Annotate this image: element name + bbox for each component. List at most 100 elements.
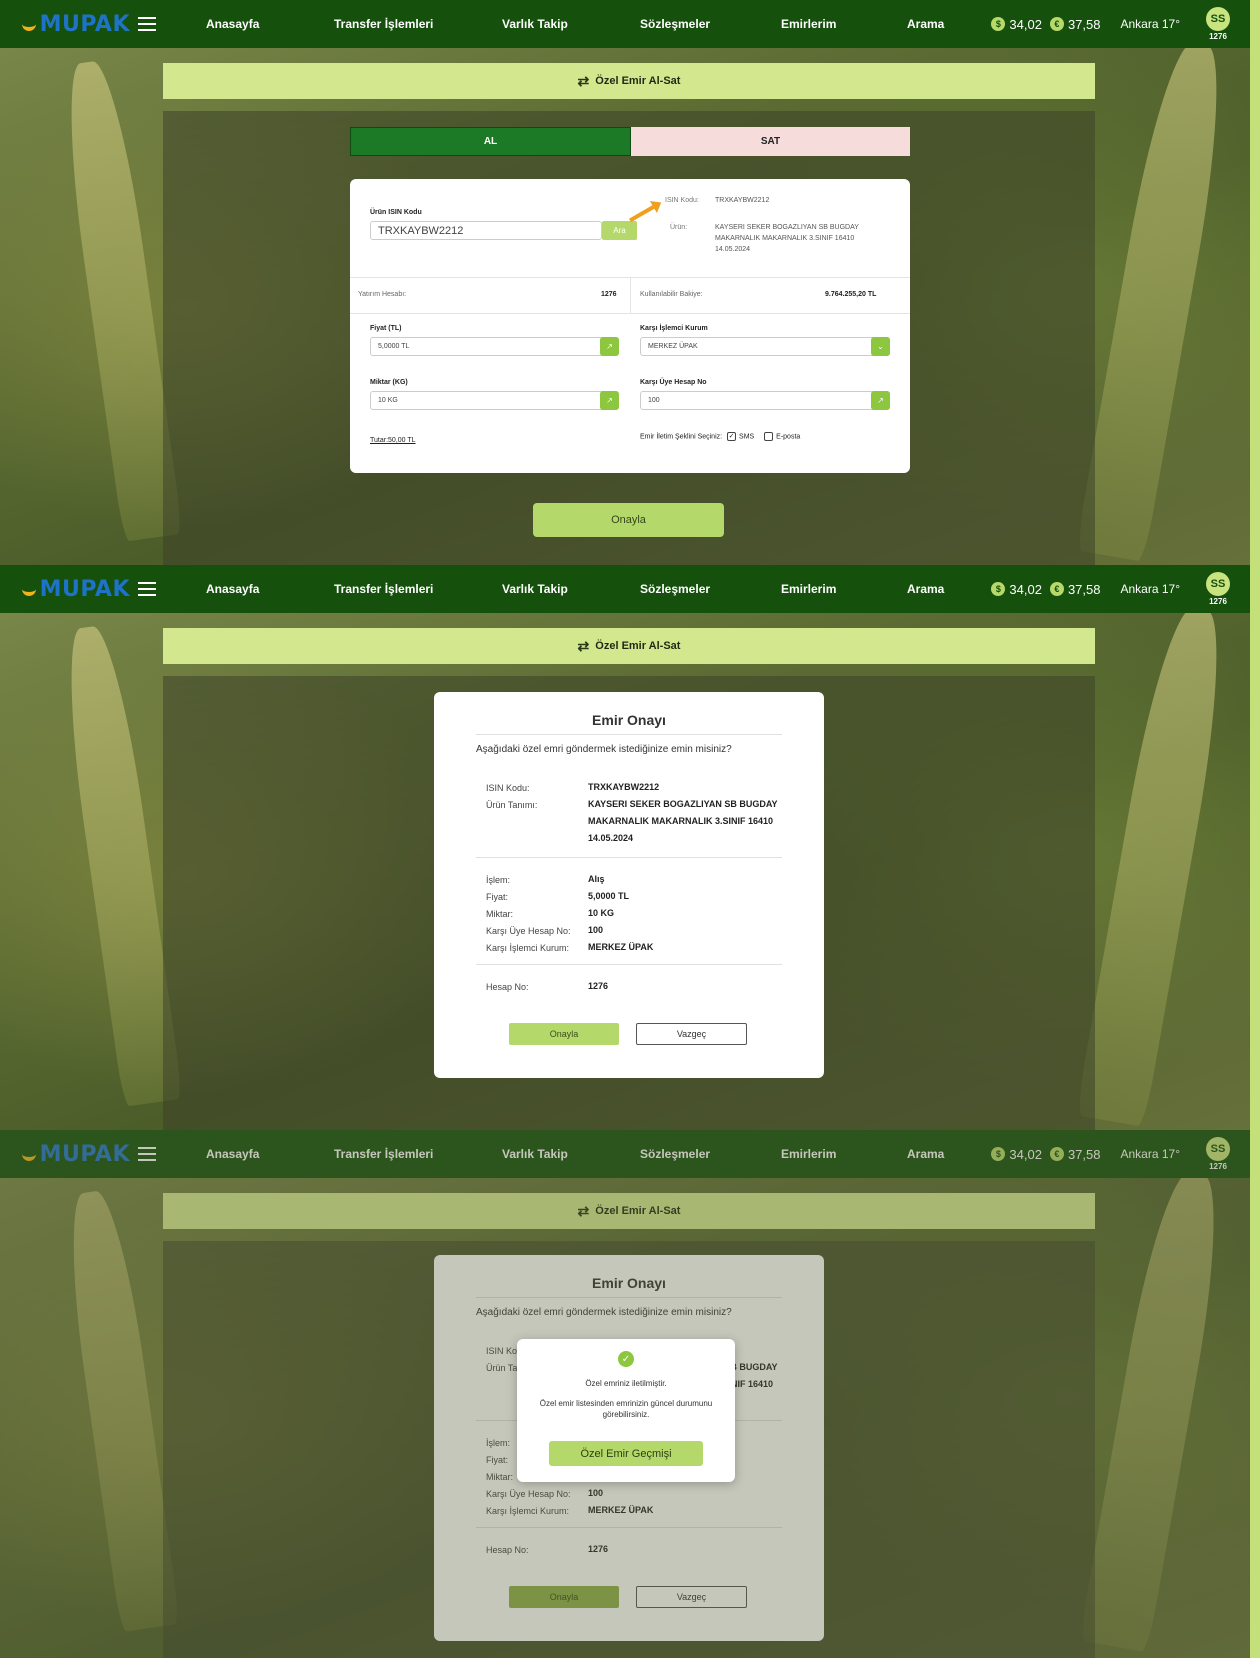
nav-arama[interactable]: Arama — [907, 582, 967, 596]
nav-sozlesmeler[interactable]: Sözleşmeler — [640, 17, 781, 31]
nav-transfer[interactable]: Transfer İşlemleri — [334, 17, 502, 31]
info-product-line2: MAKARNALIK MAKARNALIK 3.SINIF 16410 — [715, 235, 855, 242]
nav-arama[interactable]: Arama — [907, 17, 967, 31]
modal-row-label: Fiyat: — [486, 892, 509, 902]
quantity-label: Miktar (KG) — [370, 379, 408, 386]
modal-product-line3: 14.05.2024 — [588, 833, 634, 843]
counter-account-label: Karşı Üye Hesap No — [640, 379, 707, 386]
price-edit-icon[interactable]: ↗ — [600, 337, 619, 356]
success-detail: Özel emir listesinden emrinizin güncel d… — [539, 1399, 713, 1419]
nav-anasayfa[interactable]: Anasayfa — [206, 582, 334, 596]
usd-rate: $34,02 — [991, 17, 1042, 32]
logo-mark-icon — [22, 582, 36, 596]
logo-text: MUPAK — [39, 11, 130, 37]
isin-input[interactable]: TRXKAYBW2212 — [370, 221, 602, 240]
modal-row-value: 5,0000 TL — [588, 891, 630, 901]
search-button[interactable]: Ara — [602, 221, 637, 240]
nav-anasayfa[interactable]: Anasayfa — [206, 17, 334, 31]
email-label: E-posta — [776, 433, 801, 441]
top-navigation-bar: MUPAK Anasayfa Transfer İşlemleri Varlık… — [0, 0, 1250, 48]
modal-question: Aşağıdaki özel emri göndermek istediğini… — [476, 744, 732, 755]
order-confirmation-modal: Emir Onayı Aşağıdaki özel emri göndermek… — [434, 692, 824, 1078]
usd-rate: $34,02 — [991, 582, 1042, 597]
page-title: Özel Emir Al-Sat — [595, 75, 681, 87]
sms-label: SMS — [739, 433, 755, 441]
divider — [630, 277, 631, 313]
swap-icon: ⇄ — [577, 637, 590, 654]
channel-label: Emir İletim Şeklini Seçiniz: — [640, 433, 723, 441]
page-title: Özel Emir Al-Sat — [595, 640, 681, 652]
confirm-button[interactable]: Onayla — [533, 503, 724, 537]
total-amount: Tutar:50,00 TL — [370, 437, 416, 444]
account-number: 1276 — [1209, 597, 1227, 606]
modal-product-line1: KAYSERI SEKER BOGAZLIYAN SB BUGDAY — [588, 799, 778, 809]
euro-icon: € — [1049, 17, 1064, 31]
main-nav: Anasayfa Transfer İşlemleri Varlık Takip… — [206, 582, 967, 596]
modal-account-label: Hesap No: — [486, 982, 529, 992]
available-balance-value: 9.764.255,20 TL — [825, 291, 877, 298]
eur-rate: €37,58 — [1049, 582, 1100, 597]
counter-account-input[interactable]: 100 — [640, 391, 890, 410]
modal-account-value: 1276 — [588, 981, 609, 991]
modal-title: Emir Onayı — [592, 712, 666, 728]
eur-rate: €37,58 — [1049, 17, 1100, 32]
nav-sozlesmeler[interactable]: Sözleşmeler — [640, 582, 781, 596]
page-title-bar: ⇄ Özel Emir Al-Sat — [163, 63, 1095, 99]
user-menu[interactable]: SS 1276 — [1206, 7, 1230, 41]
modal-row-label: Karşı Üye Hesap No: — [486, 926, 571, 936]
main-nav: Anasayfa Transfer İşlemleri Varlık Takip… — [206, 17, 967, 31]
page-title-bar: ⇄ Özel Emir Al-Sat — [163, 628, 1095, 664]
success-message: Özel emriniz iletilmiştir. — [585, 1379, 667, 1388]
euro-icon: € — [1049, 582, 1064, 596]
isin-label: Ürün ISIN Kodu — [370, 209, 422, 216]
nav-emirlerim[interactable]: Emirlerim — [781, 17, 907, 31]
hamburger-menu-icon[interactable] — [138, 582, 156, 596]
sms-checkbox[interactable]: ✓ — [727, 432, 737, 441]
email-checkbox[interactable] — [764, 432, 774, 441]
info-isin-value: TRXKAYBW2212 — [715, 197, 770, 204]
modal-row-value: Alış — [588, 874, 605, 884]
price-input[interactable]: 5,0000 TL — [370, 337, 618, 356]
avatar: SS — [1206, 572, 1230, 596]
modal-row-label: Miktar: — [486, 909, 513, 919]
check-circle-icon: ✓ — [618, 1351, 634, 1367]
divider — [476, 964, 782, 965]
currency-rates: $34,02 €37,58 Ankara 17° SS 1276 — [991, 7, 1230, 41]
nav-transfer[interactable]: Transfer İşlemleri — [334, 582, 502, 596]
quantity-edit-icon[interactable]: ↗ — [600, 391, 619, 410]
counter-institution-select[interactable]: MERKEZ ÜPAK — [640, 337, 890, 356]
modal-isin-label: ISIN Kodu: — [486, 783, 530, 793]
divider — [476, 734, 782, 735]
right-edge-strip — [1250, 0, 1260, 1658]
counter-account-edit-icon[interactable]: ↗ — [871, 391, 890, 410]
weather: Ankara 17° — [1120, 17, 1180, 31]
quantity-input[interactable]: 10 KG — [370, 391, 618, 410]
success-popup: ✓ Özel emriniz iletilmiştir. Özel emir l… — [517, 1339, 735, 1482]
modal-row-label: İşlem: — [486, 875, 511, 885]
tab-sell[interactable]: SAT — [631, 127, 910, 156]
buy-sell-tabs: AL SAT — [350, 127, 910, 156]
tab-buy[interactable]: AL — [350, 127, 631, 156]
logo[interactable]: MUPAK — [0, 12, 130, 37]
account-number: 1276 — [1209, 32, 1227, 41]
modal-row-value: 100 — [588, 925, 604, 935]
nav-varlik-takip[interactable]: Varlık Takip — [502, 17, 640, 31]
pointer-arrow-icon — [629, 203, 657, 223]
investment-account-value: 1276 — [601, 291, 617, 298]
dollar-icon: $ — [991, 582, 1006, 596]
modal-isin-value: TRXKAYBW2212 — [588, 782, 660, 792]
divider — [350, 313, 910, 314]
user-menu[interactable]: SS 1276 — [1206, 572, 1230, 606]
nav-emirlerim[interactable]: Emirlerim — [781, 582, 907, 596]
logo[interactable]: MUPAK — [0, 577, 130, 602]
modal-cancel-button[interactable]: Vazgeç — [636, 1023, 747, 1045]
modal-confirm-button[interactable]: Onayla — [509, 1023, 619, 1045]
order-form-card: Ürün ISIN Kodu TRXKAYBW2212 Ara ISIN Kod… — [350, 179, 910, 473]
nav-varlik-takip[interactable]: Varlık Takip — [502, 582, 640, 596]
order-history-button[interactable]: Özel Emir Geçmişi — [549, 1441, 703, 1466]
modal-row-value: 10 KG — [588, 908, 615, 918]
hamburger-menu-icon[interactable] — [138, 17, 156, 31]
chevron-down-icon[interactable]: ⌄ — [871, 337, 890, 356]
avatar: SS — [1206, 7, 1230, 31]
price-label: Fiyat (TL) — [370, 325, 402, 332]
